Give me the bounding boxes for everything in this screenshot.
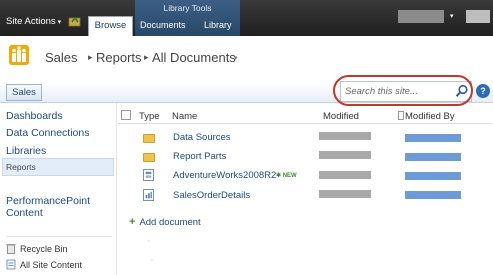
report-icon <box>143 189 154 201</box>
tab-documents[interactable]: Documents <box>140 20 186 30</box>
view-chevron-down-icon[interactable]: ▾ <box>234 54 238 62</box>
leftnav-divider <box>6 236 112 237</box>
navigate-up-icon[interactable] <box>68 15 81 27</box>
breadcrumb-separator: ▸ <box>88 52 93 62</box>
tab-library[interactable]: Library <box>204 20 232 30</box>
sharepoint-page: { "ribbon": { "site_actions": "Site Acti… <box>0 0 493 275</box>
column-filter-icon <box>398 111 404 120</box>
leftnav-libraries[interactable]: Libraries <box>6 145 46 157</box>
faint-artifact <box>147 240 150 242</box>
breadcrumb-site[interactable]: Sales <box>45 50 78 65</box>
modified-redacted <box>319 151 371 159</box>
modified-redacted <box>319 190 371 198</box>
list-item-name[interactable]: SalesOrderDetails <box>173 190 250 201</box>
modified-by-redacted[interactable] <box>405 191 461 199</box>
list-item-name[interactable]: Report Parts <box>173 151 226 162</box>
column-header-modified[interactable]: Modified <box>323 111 359 122</box>
add-document-link[interactable]: + Add document <box>129 216 201 228</box>
modified-redacted <box>319 132 371 140</box>
modified-by-redacted[interactable] <box>405 153 461 161</box>
column-header-type[interactable]: Type <box>139 111 160 122</box>
search-icon[interactable] <box>454 83 470 99</box>
breadcrumb-current-view[interactable]: All Documents <box>152 50 236 65</box>
leftnav-all-site-content[interactable]: All Site Content <box>6 259 82 270</box>
user-name-redacted[interactable] <box>398 10 444 23</box>
site-actions-label: Site Actions <box>6 16 56 27</box>
select-all-checkbox[interactable] <box>121 110 131 120</box>
topnav-tab-sales[interactable]: Sales <box>6 84 42 101</box>
recycle-bin-icon <box>6 244 16 254</box>
library-tools-label: Library Tools <box>163 3 212 13</box>
leftnav-reports[interactable]: Reports <box>6 162 36 172</box>
folder-icon <box>143 134 155 143</box>
leftnav-performancepoint[interactable]: PerformancePoint Content <box>6 195 114 219</box>
site-logo-icon[interactable] <box>9 45 29 65</box>
add-document-label: Add document <box>139 216 201 228</box>
user-menu-arrow-icon[interactable]: ▾ <box>450 12 454 20</box>
search-placeholder: Search this site... <box>345 86 418 97</box>
redacted-area <box>466 10 490 23</box>
modified-by-redacted[interactable] <box>405 134 461 142</box>
chevron-down-icon: ▾ <box>57 18 62 26</box>
leftnav-data-connections[interactable]: Data Connections <box>6 127 89 139</box>
breadcrumb-reports[interactable]: Reports <box>96 50 142 65</box>
column-header-modified-by[interactable]: Modified By <box>405 111 455 122</box>
new-badge-label: NEW <box>282 173 297 179</box>
faint-artifact <box>150 259 153 261</box>
all-site-content-label: All Site Content <box>20 259 83 270</box>
recycle-bin-label: Recycle Bin <box>20 243 68 254</box>
data-source-icon <box>143 169 154 181</box>
site-actions-menu[interactable]: Site Actions ▾ <box>6 16 61 27</box>
folder-icon <box>143 153 155 162</box>
leftnav-dashboards[interactable]: Dashboards <box>6 110 63 122</box>
modified-redacted <box>319 171 371 179</box>
header-divider <box>118 123 492 124</box>
modified-by-redacted[interactable] <box>405 172 461 180</box>
new-badge: ✱ NEW <box>276 173 297 179</box>
all-site-content-icon <box>6 259 16 270</box>
content-divider <box>116 103 117 275</box>
tab-browse[interactable]: Browse <box>88 16 133 36</box>
list-item-name[interactable]: Data Sources <box>173 132 231 143</box>
help-icon[interactable]: ? <box>476 84 490 98</box>
list-item-name[interactable]: AdventureWorks2008R2 <box>173 170 276 181</box>
breadcrumb-separator: ▸ <box>144 52 149 62</box>
column-header-name[interactable]: Name <box>172 111 197 122</box>
library-tools-group: Library Tools <box>135 0 240 36</box>
add-icon: + <box>129 216 136 228</box>
leftnav-recycle-bin[interactable]: Recycle Bin <box>6 243 68 254</box>
